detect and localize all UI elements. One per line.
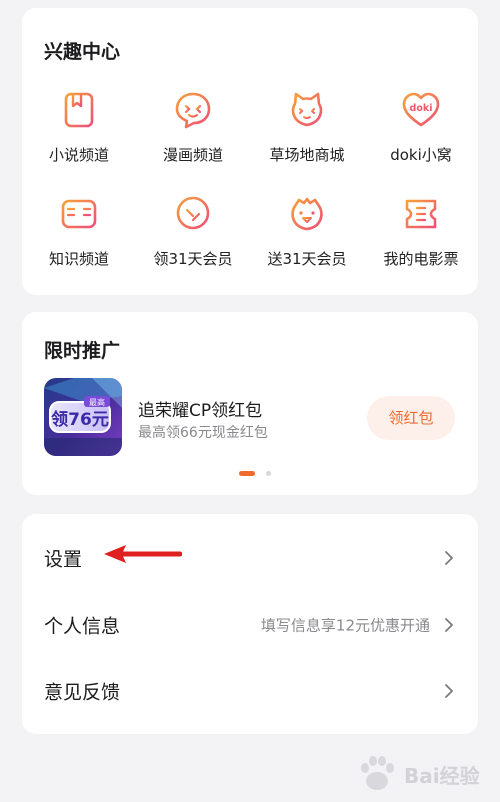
grid-item-novel[interactable]: 小说频道 (22, 90, 136, 165)
grid-item-label: 领31天会员 (153, 250, 233, 268)
grid-item-label: 知识频道 (48, 250, 109, 268)
annotation-arrow-icon (104, 545, 182, 563)
svg-text:doki: doki (410, 103, 433, 114)
grid-item-vip-31[interactable]: 领31天会员 (136, 194, 250, 269)
grid-item-label: 草场地商城 (269, 146, 345, 164)
personal-info-row-label: 个人信息 (44, 615, 121, 638)
grid-item-gift-31[interactable]: 送31天会员 (250, 194, 364, 269)
feedback-row[interactable]: 意见反馈 (22, 658, 478, 724)
feedback-row-label: 意见反馈 (44, 681, 121, 704)
open-book-icon (61, 199, 97, 229)
interest-center-card: 兴趣中心 小说频道 漫画频道 草场地商城 doki doki小窝 知识频道 领3… (22, 8, 478, 295)
grid-item-label: 漫画频道 (162, 146, 223, 164)
carousel-dot-active (239, 471, 255, 476)
promo-thumbnail-text: 领76元 (51, 409, 109, 430)
grid-item-label: 小说频道 (48, 146, 109, 164)
tree-icon (176, 196, 210, 233)
duck-face-icon (291, 197, 323, 231)
grid-item-label: 我的电影票 (383, 250, 459, 268)
claim-red-packet-button[interactable]: 领红包 (367, 396, 455, 440)
book-icon (64, 92, 94, 128)
settings-list-card: 设置 个人信息 填写信息享12元优惠开通 意见反馈 (22, 514, 478, 734)
svg-text:最高: 最高 (89, 397, 105, 407)
promo-item-title: 追荣耀CP领红包 (138, 401, 263, 421)
chevron-right-icon (445, 551, 453, 565)
chevron-right-icon (445, 618, 453, 632)
grid-item-knowledge[interactable]: 知识频道 (22, 194, 136, 269)
cat-face-icon (291, 92, 323, 127)
grid-item-mall[interactable]: 草场地商城 (250, 90, 364, 165)
settings-row[interactable]: 设置 (22, 525, 478, 591)
carousel-dot (266, 471, 271, 476)
chevron-right-icon (445, 684, 453, 698)
grid-item-label: 送31天会员 (267, 250, 347, 268)
paw-logo-icon (361, 756, 394, 790)
doki-heart-icon: doki (402, 92, 440, 127)
promo-card: 限时推广 最高 领76元 追荣耀CP领红包 最高领66元现金红包 领红包 (22, 312, 478, 495)
grid-item-movie-ticket[interactable]: 我的电影票 (364, 194, 478, 269)
promo-thumbnail-image: 最高 领76元 (44, 378, 122, 456)
promo-title: 限时推广 (44, 340, 121, 362)
interest-center-title: 兴趣中心 (44, 41, 121, 63)
grid-item-label: doki小窝 (390, 146, 452, 164)
watermark-text: Bai经验 (404, 764, 480, 788)
grid-item-doki[interactable]: doki doki小窝 (364, 90, 478, 165)
settings-row-label: 设置 (44, 548, 83, 571)
grid-item-comic[interactable]: 漫画频道 (136, 90, 250, 165)
personal-info-row[interactable]: 个人信息 填写信息享12元优惠开通 (22, 592, 478, 658)
baidu-jingyan-watermark: Bai经验 (352, 748, 492, 798)
comic-face-icon (175, 92, 211, 129)
ticket-icon (405, 199, 437, 229)
promo-item-subtitle: 最高领66元现金红包 (138, 425, 268, 441)
personal-info-hint: 填写信息享12元优惠开通 (260, 616, 430, 635)
promo-thumbnail[interactable]: 最高 领76元 (44, 378, 122, 456)
